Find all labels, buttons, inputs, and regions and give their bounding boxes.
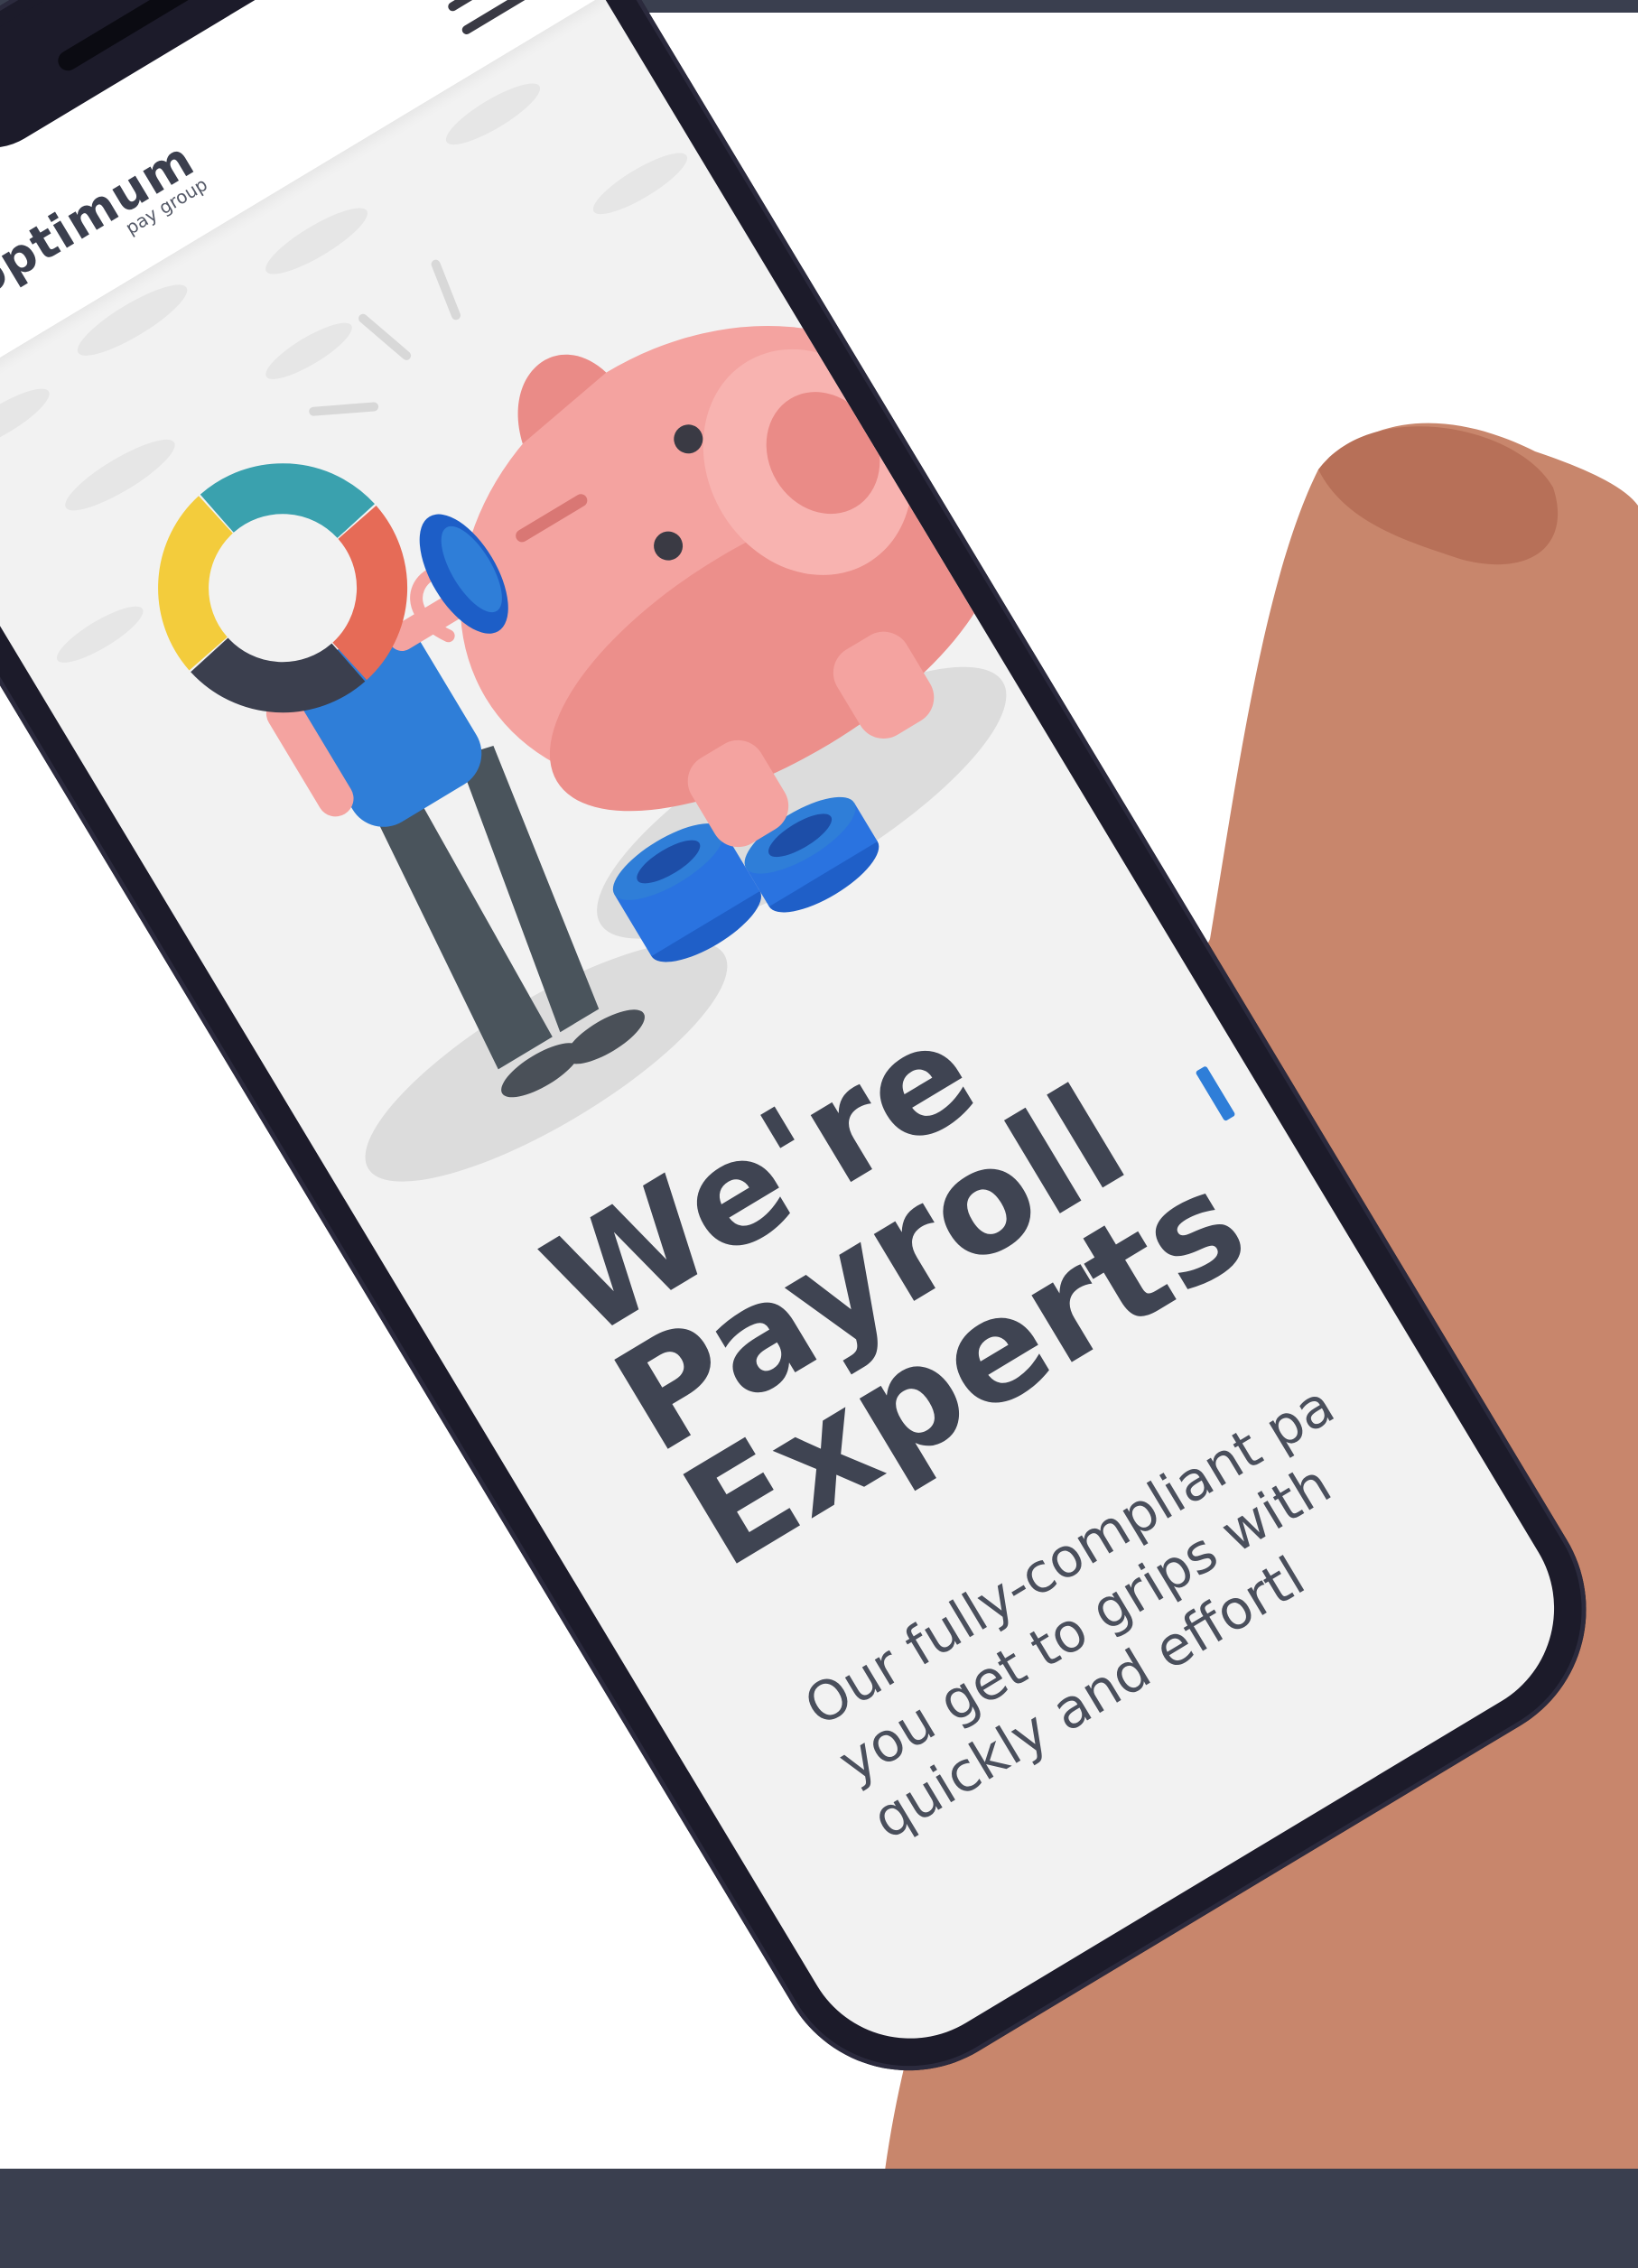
bottom-frame-band bbox=[0, 2169, 1638, 2268]
menu-line bbox=[460, 0, 531, 36]
hamburger-menu-icon[interactable] bbox=[433, 0, 531, 36]
photo-stage: optimum pay group We're Payroll Experts … bbox=[0, 0, 1638, 2268]
